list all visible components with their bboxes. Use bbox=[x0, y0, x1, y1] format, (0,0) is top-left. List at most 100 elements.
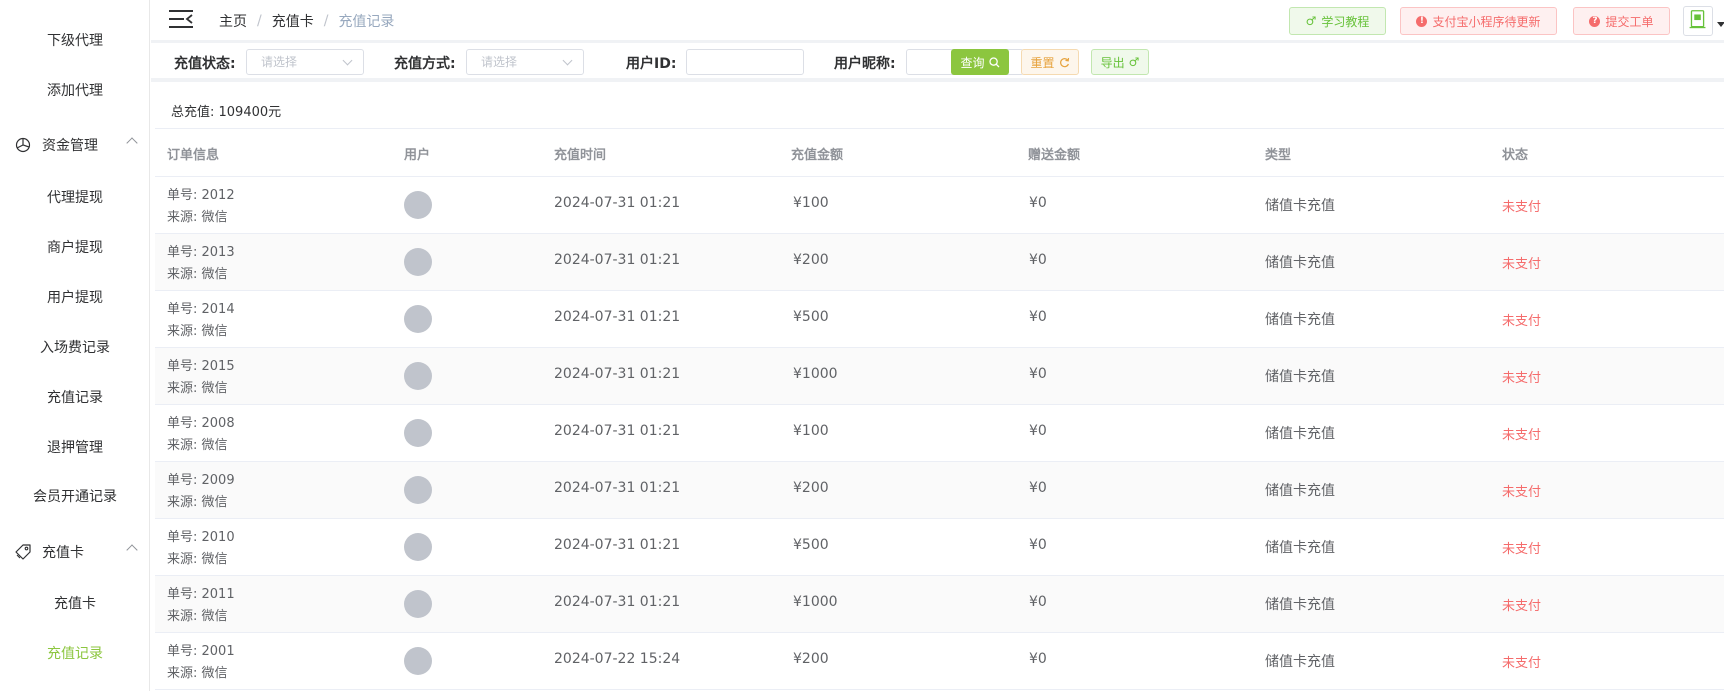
cell-amount: ¥500 bbox=[793, 309, 829, 325]
sidebar-item-recharge-records-funds[interactable]: 充值记录 bbox=[0, 388, 150, 408]
status-select[interactable]: 请选择 bbox=[246, 49, 364, 75]
sidebar-item-recharge-records[interactable]: 充值记录 bbox=[0, 644, 150, 664]
cell-gift: ¥0 bbox=[1029, 480, 1047, 496]
sidebar-item-user-withdraw[interactable]: 用户提现 bbox=[0, 288, 150, 308]
user-avatar-icon[interactable] bbox=[404, 305, 432, 333]
query-button-label: 查询 bbox=[960, 55, 985, 70]
user-avatar-icon[interactable] bbox=[404, 533, 432, 561]
table-row: 单号: 2008 来源: 微信 2024-07-31 01:21 ¥100 ¥0 储值卡充… bbox=[155, 405, 1724, 462]
order-source: 来源: 微信 bbox=[167, 495, 228, 510]
export-button[interactable]: 导出 ♂ bbox=[1091, 49, 1149, 75]
tutorial-button[interactable]: ♂ 学习教程 bbox=[1289, 7, 1386, 35]
user-avatar-icon[interactable] bbox=[404, 362, 432, 390]
table-row: 单号: 2013 来源: 微信 2024-07-31 01:21 ¥200 ¥0 储值卡充… bbox=[155, 234, 1724, 291]
cell-type: 储值卡充值 bbox=[1265, 654, 1335, 670]
table-row: 单号: 2009 来源: 微信 2024-07-31 01:21 ¥200 ¥0 储值卡充… bbox=[155, 462, 1724, 519]
menu-fold-icon[interactable] bbox=[169, 9, 193, 29]
cell-time: 2024-07-31 01:21 bbox=[554, 423, 681, 439]
column-header-user: 用户 bbox=[404, 148, 431, 163]
status-select-placeholder: 请选择 bbox=[261, 55, 298, 69]
user-avatar-icon[interactable] bbox=[404, 590, 432, 618]
sidebar-item-deposit-refund[interactable]: 退押管理 bbox=[0, 438, 150, 458]
order-source: 来源: 微信 bbox=[167, 666, 228, 681]
query-button[interactable]: 查询 bbox=[951, 49, 1009, 75]
recharge-table: 订单信息 用户 充值时间 充值金额 赠送金额 类型 状态 单号: 2012 来源:… bbox=[155, 129, 1724, 690]
reset-button[interactable]: 重置 bbox=[1021, 49, 1079, 75]
table-row: 单号: 2010 来源: 微信 2024-07-31 01:21 ¥500 ¥0 储值卡充… bbox=[155, 519, 1724, 576]
method-filter-label: 充值方式: bbox=[394, 56, 456, 72]
sidebar-group-funds[interactable]: 资金管理 bbox=[14, 133, 144, 157]
cell-gift: ¥0 bbox=[1029, 309, 1047, 325]
cell-order-info: 单号: 2009 来源: 微信 bbox=[167, 470, 235, 514]
order-source: 来源: 微信 bbox=[167, 609, 228, 624]
table-row: 单号: 2012 来源: 微信 2024-07-31 01:21 ¥100 ¥0 储值卡充… bbox=[155, 177, 1724, 234]
cell-gift: ¥0 bbox=[1029, 252, 1047, 268]
order-source: 来源: 微信 bbox=[167, 438, 228, 453]
cell-type: 储值卡充值 bbox=[1265, 255, 1335, 271]
cell-amount: ¥1000 bbox=[793, 594, 838, 610]
search-icon bbox=[988, 56, 999, 67]
table-body: 单号: 2012 来源: 微信 2024-07-31 01:21 ¥100 ¥0 储值卡充… bbox=[155, 177, 1724, 690]
sidebar-item-agent-withdraw[interactable]: 代理提现 bbox=[0, 188, 150, 208]
sidebar-item-merchant-withdraw[interactable]: 商户提现 bbox=[0, 238, 150, 258]
order-number: 单号: 2010 bbox=[167, 530, 235, 545]
breadcrumb-separator: / bbox=[323, 13, 329, 29]
export-button-label: 导出 bbox=[1100, 55, 1125, 70]
cell-status: 未支付 bbox=[1502, 656, 1542, 671]
cell-gift: ¥0 bbox=[1029, 537, 1047, 553]
sidebar-item-membership[interactable]: 会员开通记录 bbox=[0, 487, 150, 507]
cell-status: 未支付 bbox=[1502, 200, 1542, 215]
alipay-update-button[interactable]: ! 支付宝小程序待更新 bbox=[1400, 7, 1557, 35]
order-number: 单号: 2009 bbox=[167, 473, 235, 488]
status-filter-label: 充值状态: bbox=[174, 56, 236, 72]
order-number: 单号: 2011 bbox=[167, 587, 235, 602]
cell-status: 未支付 bbox=[1502, 428, 1542, 443]
cell-time: 2024-07-31 01:21 bbox=[554, 537, 681, 553]
sidebar-item-entry-fee[interactable]: 入场费记录 bbox=[0, 338, 150, 358]
sidebar-item-sub-agent[interactable]: 下级代理 bbox=[0, 31, 150, 51]
user-avatar-icon[interactable] bbox=[404, 191, 432, 219]
user-avatar-icon[interactable] bbox=[404, 419, 432, 447]
user-avatar-icon[interactable] bbox=[404, 248, 432, 276]
breadcrumb-home[interactable]: 主页 bbox=[219, 11, 247, 31]
male-icon: ♂ bbox=[1128, 55, 1140, 69]
submit-ticket-button[interactable]: ? 提交工单 bbox=[1573, 7, 1670, 35]
cell-amount: ¥200 bbox=[793, 480, 829, 496]
cell-status: 未支付 bbox=[1502, 371, 1542, 386]
cell-status: 未支付 bbox=[1502, 542, 1542, 557]
cell-amount: ¥100 bbox=[793, 423, 829, 439]
column-header-amount: 充值金额 bbox=[791, 148, 844, 163]
cell-time: 2024-07-31 01:21 bbox=[554, 480, 681, 496]
filter-bar: 充值状态: 请选择 充值方式: 请选择 用户ID: 用户昵称: 查询 重置 导出… bbox=[151, 40, 1724, 82]
cell-amount: ¥200 bbox=[793, 252, 829, 268]
cell-gift: ¥0 bbox=[1029, 423, 1047, 439]
caret-down-icon[interactable] bbox=[1717, 22, 1724, 27]
order-source: 来源: 微信 bbox=[167, 324, 228, 339]
nickname-label: 用户昵称: bbox=[834, 56, 896, 72]
sidebar-group-card[interactable]: 充值卡 bbox=[14, 540, 144, 564]
question-icon: ? bbox=[1589, 15, 1601, 27]
user-avatar[interactable] bbox=[1683, 6, 1713, 36]
cell-order-info: 单号: 2001 来源: 微信 bbox=[167, 641, 235, 685]
tutorial-button-label: 学习教程 bbox=[1321, 14, 1370, 29]
warning-icon: ! bbox=[1416, 15, 1428, 27]
cell-type: 储值卡充值 bbox=[1265, 312, 1335, 328]
user-avatar-icon[interactable] bbox=[404, 647, 432, 675]
breadcrumb-current: 充值记录 bbox=[338, 14, 395, 30]
column-header-type: 类型 bbox=[1265, 148, 1292, 163]
user-avatar-icon[interactable] bbox=[404, 476, 432, 504]
cell-amount: ¥100 bbox=[793, 195, 829, 211]
order-number: 单号: 2013 bbox=[167, 245, 235, 260]
cell-order-info: 单号: 2012 来源: 微信 bbox=[167, 185, 235, 229]
tag-icon bbox=[15, 544, 31, 560]
sidebar-item-recharge-card[interactable]: 充值卡 bbox=[0, 594, 150, 614]
user-id-label: 用户ID: bbox=[626, 56, 677, 72]
sidebar-item-add-agent[interactable]: 添加代理 bbox=[0, 81, 150, 101]
table-row: 单号: 2014 来源: 微信 2024-07-31 01:21 ¥500 ¥0 储值卡充… bbox=[155, 291, 1724, 348]
breadcrumb-recharge-card[interactable]: 充值卡 bbox=[272, 11, 314, 31]
method-select[interactable]: 请选择 bbox=[466, 49, 584, 75]
chevron-down-icon bbox=[342, 55, 353, 66]
order-source: 来源: 微信 bbox=[167, 381, 228, 396]
user-id-input[interactable] bbox=[686, 49, 804, 75]
cell-amount: ¥1000 bbox=[793, 366, 838, 382]
